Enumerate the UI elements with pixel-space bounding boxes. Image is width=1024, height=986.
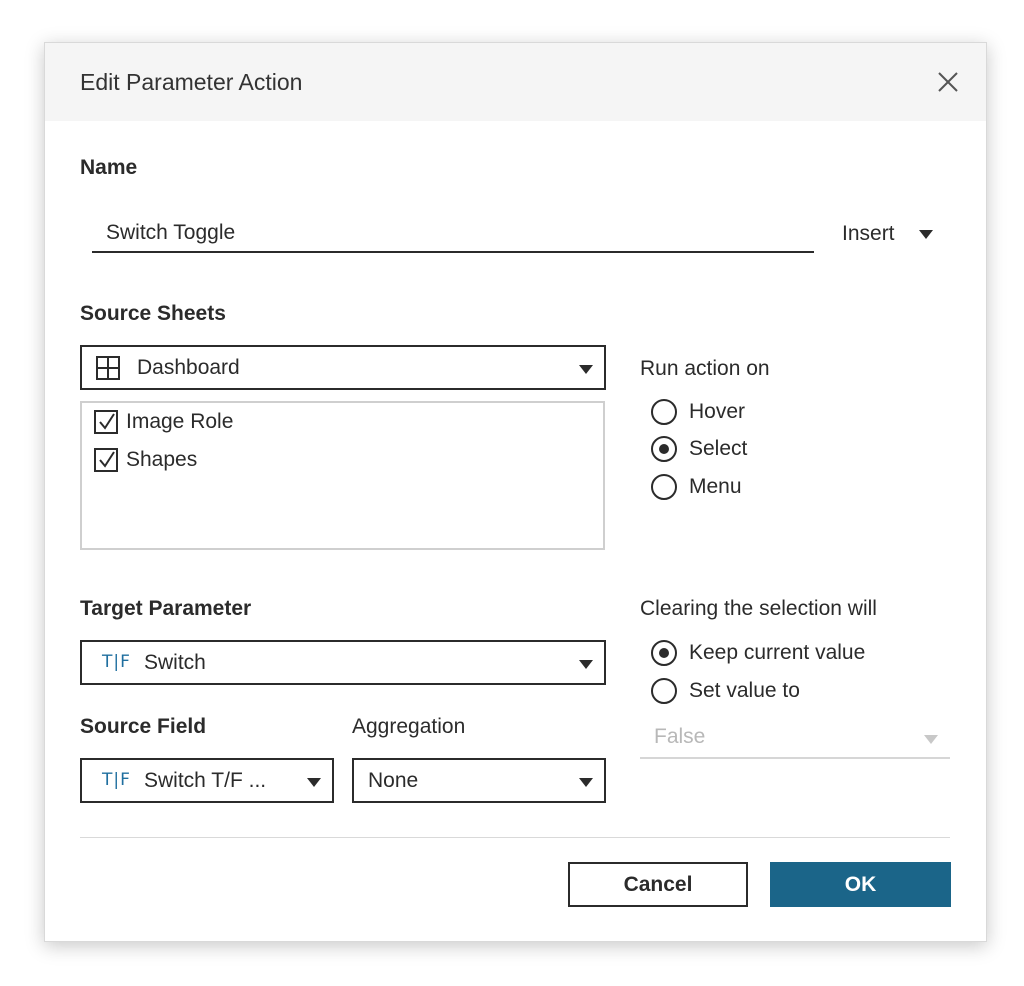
- radio-button[interactable]: [651, 474, 677, 500]
- radio-hover[interactable]: Hover: [651, 397, 745, 427]
- source-field-label: Source Field: [80, 715, 207, 738]
- checkbox-checked[interactable]: [94, 448, 118, 472]
- source-sheets-label: Source Sheets: [80, 302, 226, 325]
- radio-keep-current-value[interactable]: Keep current value: [651, 638, 865, 668]
- clearing-label: Clearing the selection will: [640, 597, 877, 620]
- dashboard-grid-icon: [96, 356, 120, 386]
- source-sheets-list: Image Role Shapes: [80, 401, 605, 550]
- radio-button[interactable]: [651, 678, 677, 704]
- sheet-item-label: Shapes: [126, 448, 198, 471]
- edit-parameter-action-dialog: Edit Parameter Action Name Insert Source…: [44, 42, 987, 942]
- radio-label: Select: [689, 437, 748, 460]
- radio-label: Keep current value: [689, 641, 866, 664]
- chevron-down-icon: [924, 735, 938, 744]
- set-value-placeholder: False: [654, 725, 706, 748]
- insert-label: Insert: [842, 222, 895, 245]
- insert-dropdown[interactable]: Insert: [842, 219, 933, 249]
- radio-button[interactable]: [651, 399, 677, 425]
- target-parameter-label: Target Parameter: [80, 597, 252, 620]
- ok-button[interactable]: OK: [770, 862, 951, 907]
- name-label: Name: [80, 156, 138, 179]
- source-field-value: Switch T/F ...: [144, 768, 267, 792]
- chevron-down-icon: [579, 365, 593, 374]
- aggregation-label: Aggregation: [352, 715, 466, 738]
- source-field-select[interactable]: T|F Switch T/F ...: [80, 758, 334, 803]
- checkbox-checked[interactable]: [94, 410, 118, 434]
- source-sheets-value: Dashboard: [137, 355, 240, 379]
- run-action-label: Run action on: [640, 357, 770, 380]
- cancel-button[interactable]: Cancel: [568, 862, 748, 907]
- aggregation-select[interactable]: None: [352, 758, 606, 803]
- footer-divider: [80, 837, 950, 838]
- target-parameter-select[interactable]: T|F Switch: [80, 640, 606, 685]
- sheet-item-image-role[interactable]: Image Role: [94, 407, 233, 437]
- chevron-down-icon: [579, 778, 593, 787]
- dialog-title-bar: Edit Parameter Action: [45, 43, 986, 121]
- radio-set-value-to[interactable]: Set value to: [651, 676, 800, 706]
- boolean-type-icon: T|F: [102, 652, 131, 672]
- source-sheets-select[interactable]: Dashboard: [80, 345, 606, 390]
- name-input[interactable]: [92, 215, 814, 253]
- radio-button-selected[interactable]: [651, 436, 677, 462]
- radio-menu[interactable]: Menu: [651, 472, 742, 502]
- sheet-item-shapes[interactable]: Shapes: [94, 445, 197, 475]
- dialog-title: Edit Parameter Action: [80, 69, 303, 95]
- radio-label: Set value to: [689, 679, 800, 702]
- radio-label: Hover: [689, 400, 746, 423]
- boolean-type-icon: T|F: [102, 770, 131, 790]
- chevron-down-icon: [579, 660, 593, 669]
- radio-button-selected[interactable]: [651, 640, 677, 666]
- radio-select[interactable]: Select: [651, 434, 747, 464]
- aggregation-value: None: [368, 768, 419, 792]
- chevron-down-icon: [307, 778, 321, 787]
- set-value-select-disabled: False: [640, 719, 950, 759]
- sheet-item-label: Image Role: [126, 410, 234, 433]
- radio-label: Menu: [689, 475, 742, 498]
- chevron-down-icon: [918, 229, 933, 239]
- target-parameter-value: Switch: [144, 650, 206, 674]
- close-icon[interactable]: [935, 69, 961, 95]
